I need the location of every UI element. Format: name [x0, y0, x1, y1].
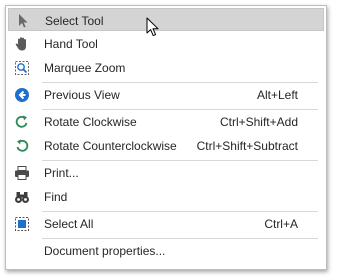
- select-all-icon: [14, 216, 30, 232]
- menu-item-rotate-counterclockwise[interactable]: Rotate Counterclockwise Ctrl+Shift+Subtr…: [8, 134, 324, 157]
- menu-item-label: Rotate Clockwise: [44, 115, 137, 129]
- hand-icon: [14, 36, 30, 52]
- menu-item-select-all[interactable]: Select All Ctrl+A: [8, 212, 324, 235]
- menu-item-shortcut: Alt+Left: [256, 88, 298, 102]
- menu-item-label: Select Tool: [45, 14, 104, 28]
- menu-item-rotate-clockwise[interactable]: Rotate Clockwise Ctrl+Shift+Add: [8, 110, 324, 133]
- menu-item-print[interactable]: Print...: [8, 161, 324, 184]
- pointer-icon: [15, 13, 31, 29]
- menu-item-select-tool[interactable]: Select Tool: [8, 8, 324, 31]
- rotate-counterclockwise-icon: [14, 138, 30, 154]
- menu-item-previous-view[interactable]: Previous View Alt+Left: [8, 83, 324, 106]
- menu-item-label: Find: [44, 190, 68, 204]
- menu-item-label: Document properties...: [44, 244, 166, 258]
- menu-item-label: Hand Tool: [44, 37, 98, 51]
- printer-icon: [14, 165, 30, 181]
- mouse-cursor-icon: [146, 17, 162, 39]
- menu-item-label: Previous View: [44, 88, 120, 102]
- menu-item-shortcut: Ctrl+Shift+Subtract: [196, 139, 298, 153]
- menu-item-shortcut: Ctrl+A: [264, 217, 298, 231]
- previous-view-icon: [14, 87, 30, 103]
- menu-item-label: Marquee Zoom: [44, 61, 126, 75]
- menu-item-shortcut: Ctrl+Shift+Add: [219, 115, 298, 129]
- context-menu: Select Tool Hand Tool Marquee Zoom Previ…: [5, 5, 327, 270]
- rotate-clockwise-icon: [14, 114, 30, 130]
- marquee-zoom-icon: [14, 60, 30, 76]
- menu-item-label: Print...: [44, 166, 79, 180]
- menu-item-hand-tool[interactable]: Hand Tool: [8, 32, 324, 55]
- menu-item-label: Rotate Counterclockwise: [44, 139, 177, 153]
- menu-item-find[interactable]: Find: [8, 185, 324, 208]
- binoculars-icon: [14, 189, 30, 205]
- menu-item-document-properties[interactable]: Document properties...: [8, 239, 324, 262]
- menu-item-label: Select All: [44, 217, 94, 231]
- menu-item-marquee-zoom[interactable]: Marquee Zoom: [8, 56, 324, 79]
